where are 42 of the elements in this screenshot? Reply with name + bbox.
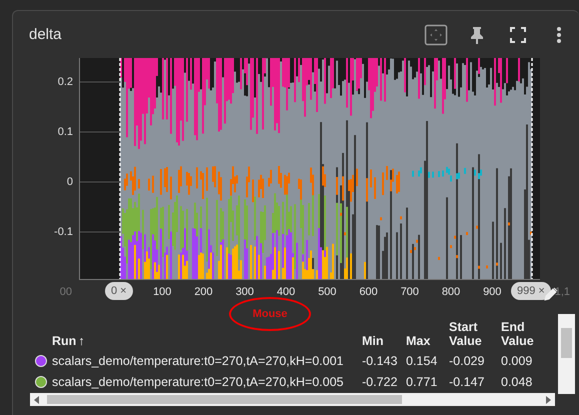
y-axis-tick-label: 0 — [66, 175, 73, 190]
scroll-left-icon[interactable] — [33, 396, 41, 404]
x-axis-tick-label: 1,1 — [554, 285, 570, 300]
y-axis-tick-label: 0.2 — [58, 75, 73, 90]
x-axis-tick-label: 300 — [234, 285, 255, 300]
table-cell-text: -0.147 — [449, 374, 486, 388]
table-cell-text: scalars_demo/temperature:t0=270,tA=270,kH=0.005 — [52, 374, 345, 388]
column-header[interactable]: Run ↑ — [52, 334, 362, 348]
card-title: delta — [29, 26, 62, 43]
column-header[interactable]: End Value — [501, 320, 551, 348]
range-start-chip[interactable]: 0 × — [105, 282, 133, 300]
scroll-right-icon[interactable] — [544, 396, 552, 404]
table-cell-text: 0.154 — [406, 354, 438, 368]
fullscreen-icon[interactable] — [510, 26, 526, 42]
table-cell-text: 0.048 — [501, 374, 534, 388]
x-axis-tick-label: 600 — [358, 285, 379, 300]
x-axis-tick-label: 200 — [193, 285, 214, 300]
table-cell-text: 0.009 — [501, 354, 534, 368]
y-axis-tick-label: -0.1 — [54, 225, 73, 240]
y-axis-tick-label: 0.1 — [58, 125, 73, 140]
x-axis-tick-label: 800 — [440, 285, 462, 300]
fit-to-frame-icon[interactable] — [424, 24, 448, 46]
x-axis-tick-label: 400 — [276, 285, 296, 300]
x-axis-tick-label: 500 — [317, 285, 338, 300]
range-end-chip[interactable]: 999 × — [511, 282, 551, 300]
pin-icon[interactable] — [470, 26, 484, 44]
annotation-label: Mouse — [252, 308, 288, 320]
table-cell-text: -0.029 — [449, 354, 486, 368]
column-header[interactable]: Min — [362, 334, 406, 348]
column-header[interactable]: Start Value — [449, 320, 501, 348]
column-header[interactable]: Max — [406, 334, 449, 348]
vertical-scrollbar[interactable] — [558, 314, 575, 394]
x-axis-tick-label: 100 — [152, 285, 172, 300]
x-axis-tick-label: 00 — [60, 285, 72, 300]
table-cell-text: -0.143 — [362, 354, 398, 368]
x-axis-tick-label: 900 — [482, 285, 502, 300]
table-cell-text: 0.771 — [406, 374, 438, 388]
x-axis-tick-label: 700 — [400, 285, 420, 300]
more-menu-icon[interactable] — [556, 26, 562, 44]
horizontal-scrollbar[interactable] — [30, 393, 555, 406]
table-cell-text: -0.722 — [362, 374, 398, 388]
table-cell-text: scalars_demo/temperature:t0=270,tA=270,kH=0.001 — [52, 354, 345, 368]
